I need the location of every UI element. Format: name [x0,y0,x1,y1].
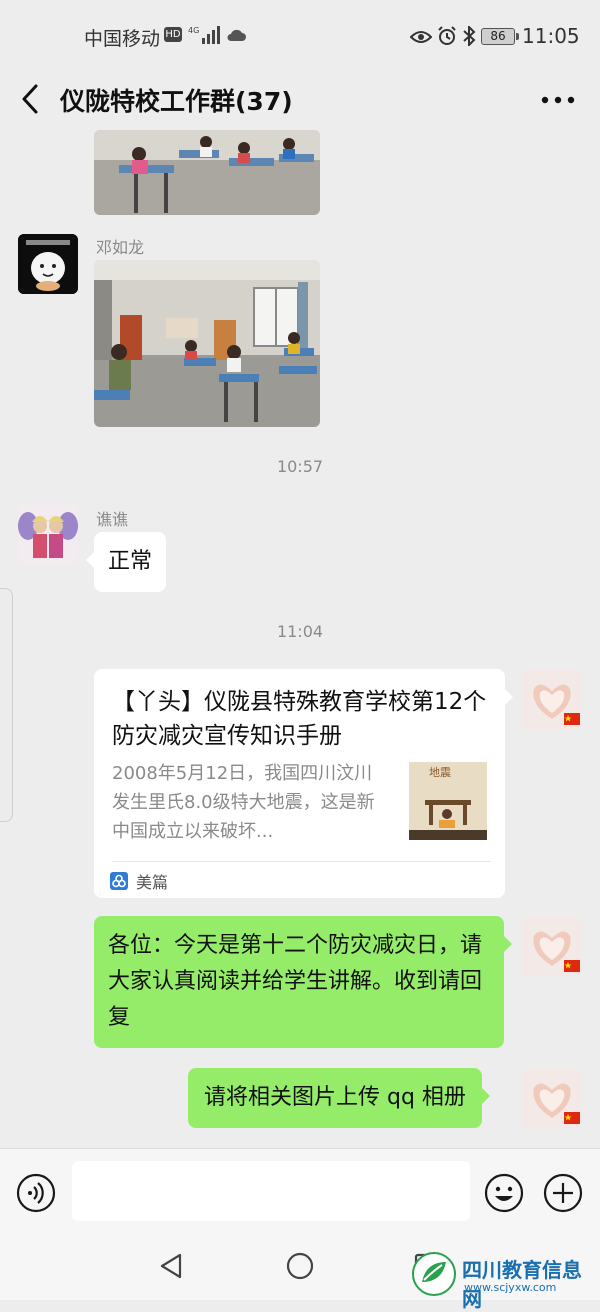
avatar[interactable] [18,504,78,564]
chat-title: 仪陇特校工作群(37) [60,87,293,116]
input-bar [0,1148,600,1233]
hd-badge: HD [164,27,182,42]
status-bar: 中国移动 HD 4G 86 11:05 [0,0,600,72]
voice-icon[interactable] [16,1173,56,1213]
chevron-left-icon[interactable] [16,82,46,116]
more-dots-icon[interactable] [540,94,576,106]
network-type-label: 4G [188,26,199,35]
divider [112,861,491,862]
emoji-icon[interactable] [484,1173,524,1213]
avatar[interactable] [522,1068,582,1128]
classroom-photo [94,260,320,427]
chat-header: 仪陇特校工作群(37) [0,72,600,128]
cartoon-avatar-icon [18,234,78,294]
clock: 11:05 [522,24,580,48]
heart-hands-avatar-icon [522,669,582,729]
avatar[interactable] [522,669,582,729]
outgoing-text-bubble[interactable]: 请将相关图片上传 qq 相册 [188,1068,490,1128]
card-title: 【丫头】仪陇县特殊教育学校第12个防灾减灾宣传知识手册 [112,689,487,749]
eye-icon [410,31,432,43]
site-watermark: 四川教育信息网 www.scjyxw.com [412,1250,598,1311]
timestamp: 10:57 [276,457,324,476]
fairy-avatar-icon [18,504,78,564]
signal-icon: 4G [188,26,220,44]
alarm-icon [438,26,456,45]
carrier-label: 中国移动 [84,28,161,50]
message-text: 各位：今天是第十二个防灾减灾日，请大家认真阅读并给学生讲解。收到请回复 [108,933,483,1030]
image-message[interactable] [94,130,320,215]
thumbnail-label: 地震 [429,766,451,779]
sender-name: 谯谯 [96,510,129,529]
watermark-url: www.scjyxw.com [464,1281,557,1294]
message-text: 正常 [108,549,153,574]
message-input[interactable] [72,1161,470,1221]
battery-indicator: 86 [481,28,519,45]
plus-icon[interactable] [543,1173,583,1213]
image-message[interactable] [94,260,320,427]
heart-hands-avatar-icon [522,916,582,976]
card-description: 2008年5月12日，我国四川汶川发生里氏8.0级特大地震，这是新中国成立以来破… [112,763,375,842]
incoming-text-bubble[interactable]: 正常 [85,532,167,592]
card-source: 美篇 [136,873,169,892]
home-circle-icon[interactable] [286,1252,314,1280]
card-thumbnail: 地震 [409,762,487,840]
link-card[interactable]: 【丫头】仪陇县特殊教育学校第12个防灾减灾宣传知识手册 2008年5月12日，我… [94,669,513,898]
meipian-icon [110,872,128,890]
sender-name: 邓如龙 [96,238,145,257]
back-triangle-icon[interactable] [158,1252,184,1280]
avatar[interactable] [18,234,78,294]
timestamp: 11:04 [276,622,324,641]
cloud-icon [227,29,246,41]
message-list[interactable]: 邓如龙 10:57 谯谯 正常 11:04 【丫头】仪陇县特殊教育学校第12个防… [0,128,600,1148]
message-text: 请将相关图片上传 qq 相册 [204,1085,466,1110]
heart-hands-avatar-icon [522,1068,582,1128]
site-logo-icon [412,1252,456,1296]
avatar[interactable] [522,916,582,976]
outgoing-text-bubble[interactable]: 各位：今天是第十二个防灾减灾日，请大家认真阅读并给学生讲解。收到请回复 [94,916,512,1048]
classroom-photo [94,130,320,215]
bluetooth-icon [463,26,476,46]
